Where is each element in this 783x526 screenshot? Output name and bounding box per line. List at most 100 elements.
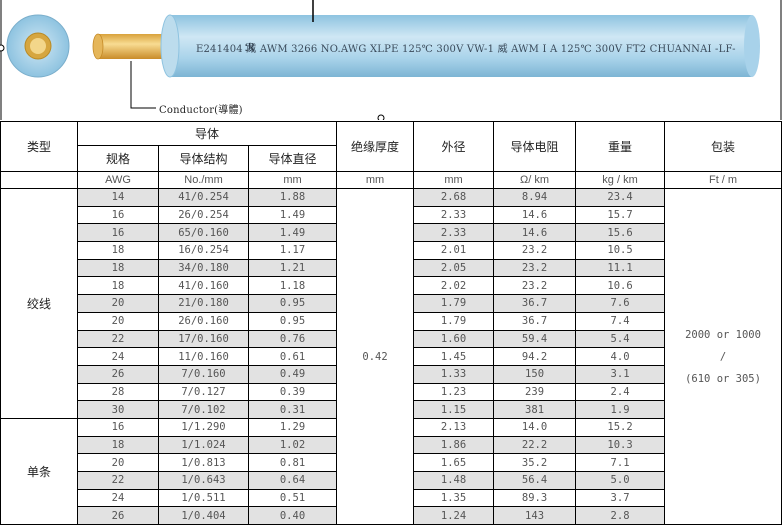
weight-cell: 15.6 <box>575 223 666 243</box>
diameter-cell: 0.64 <box>247 471 338 490</box>
unit-weight: kg / km <box>575 171 666 189</box>
od-cell: 1.45 <box>413 347 495 366</box>
resistance-cell: 56.4 <box>493 471 577 490</box>
structure-cell: 1/0.813 <box>158 453 249 472</box>
spec-table-body: 绞线 14 41/0.254 1.88 0.42 2.68 8.94 23.4 2000 or … <box>0 187 783 526</box>
structure-cell: 7/0.160 <box>158 364 249 384</box>
resistance-cell: 35.2 <box>493 453 577 472</box>
weight-cell: 2.4 <box>575 382 666 402</box>
diameter-cell: 1.88 <box>247 188 338 207</box>
awg-cell: 20 <box>77 294 159 313</box>
awg-cell: 18 <box>77 435 159 455</box>
weight-cell: 5.4 <box>575 329 666 349</box>
awg-cell: 20 <box>77 453 159 472</box>
structure-cell: 1/1.024 <box>158 435 249 455</box>
conductor-header: 导体 <box>76 121 338 146</box>
awg-cell: 24 <box>77 488 159 508</box>
diameter-cell: 0.95 <box>247 311 338 331</box>
diameter-cell: 1.17 <box>247 241 338 260</box>
weight-cell: 3.7 <box>575 488 666 508</box>
cable-illustration: ℛ E241404 威 AWM 3266 NO.AWG XLPE 125℃ 30… <box>0 0 783 122</box>
od-header: 外径 <box>413 121 495 172</box>
resistance-cell: 89.3 <box>493 488 577 508</box>
awg-cell: 22 <box>77 329 159 349</box>
units-type-cell <box>0 171 78 189</box>
structure-cell: 17/0.160 <box>158 329 249 349</box>
od-cell: 2.01 <box>413 241 495 260</box>
weight-cell: 10.3 <box>575 435 666 455</box>
weight-cell: 7.6 <box>575 294 666 313</box>
type-cell: 绞线 <box>0 188 78 419</box>
diameter-cell: 0.39 <box>247 382 338 402</box>
spec-table: 类型 导体 绝缘厚度 外径 导体电阻 重量 包装 规格 导体结构 导体直径 AW… <box>0 121 783 526</box>
resistance-cell: 14.0 <box>493 417 577 437</box>
structure-header: 导体结构 <box>158 145 249 172</box>
diameter-cell: 1.49 <box>247 205 338 225</box>
awg-cell: 18 <box>77 258 159 278</box>
insulation-value: 0.42 <box>336 187 415 526</box>
weight-cell: 7.4 <box>575 311 666 331</box>
awg-cell: 28 <box>77 382 159 402</box>
package-value-line2: / <box>719 350 727 363</box>
od-cell: 2.13 <box>413 417 495 437</box>
od-cell: 1.48 <box>413 471 495 490</box>
weight-cell: 1.9 <box>575 400 666 419</box>
resistance-cell: 14.6 <box>493 205 577 225</box>
awg-cell: 14 <box>77 188 159 207</box>
diameter-cell: 1.02 <box>247 435 338 455</box>
unit-insulation: mm <box>336 171 415 189</box>
diameter-cell: 0.95 <box>247 294 338 313</box>
od-cell: 1.60 <box>413 329 495 349</box>
diameter-cell: 0.76 <box>247 329 338 349</box>
weight-cell: 4.0 <box>575 347 666 366</box>
od-cell: 1.24 <box>413 506 495 526</box>
structure-cell: 1/1.290 <box>158 417 249 437</box>
insulation-header: 绝缘厚度 <box>336 121 415 172</box>
type-cell: 单条 <box>0 417 78 526</box>
diameter-cell: 1.29 <box>247 417 338 437</box>
weight-header: 重量 <box>575 121 666 172</box>
od-cell: 2.05 <box>413 258 495 278</box>
diameter-cell: 0.81 <box>247 453 338 472</box>
conductor-label: Conductor(導體) <box>159 105 243 116</box>
weight-cell: 2.8 <box>575 506 666 526</box>
od-cell: 1.79 <box>413 294 495 313</box>
weight-cell: 3.1 <box>575 364 666 384</box>
structure-cell: 41/0.160 <box>158 276 249 296</box>
structure-cell: 1/0.404 <box>158 506 249 526</box>
structure-cell: 1/0.511 <box>158 488 249 508</box>
resistance-cell: 8.94 <box>493 188 577 207</box>
resistance-cell: 23.2 <box>493 258 577 278</box>
od-cell: 1.35 <box>413 488 495 508</box>
od-cell: 1.23 <box>413 382 495 402</box>
resistance-cell: 14.6 <box>493 223 577 243</box>
awg-cell: 30 <box>77 400 159 419</box>
awg-cell: 20 <box>77 311 159 331</box>
table-row: 绞线 14 41/0.254 1.88 0.42 2.68 8.94 23.4 2000 or … <box>0 187 783 526</box>
od-cell: 2.33 <box>413 223 495 243</box>
awg-cell: 16 <box>77 205 159 225</box>
awg-cell: 26 <box>77 506 159 526</box>
awg-cell: 26 <box>77 364 159 384</box>
od-cell: 1.86 <box>413 435 495 455</box>
structure-cell: 7/0.127 <box>158 382 249 402</box>
structure-cell: 65/0.160 <box>158 223 249 243</box>
conductor-strand <box>92 33 172 60</box>
cable-drawing: ℛ <box>0 0 782 122</box>
weight-cell: 15.7 <box>575 205 666 225</box>
structure-cell: 21/0.180 <box>158 294 249 313</box>
resistance-cell: 36.7 <box>493 294 577 313</box>
resistance-cell: 59.4 <box>493 329 577 349</box>
resistance-header: 导体电阻 <box>493 121 577 172</box>
diameter-cell: 0.40 <box>247 506 338 526</box>
package-value-line3: (610 or 305) <box>685 372 761 385</box>
diameter-cell: 1.49 <box>247 223 338 243</box>
weight-cell: 11.1 <box>575 258 666 278</box>
unit-structure: No./mm <box>158 171 249 189</box>
diameter-cell: 0.61 <box>247 347 338 366</box>
resistance-cell: 23.2 <box>493 241 577 260</box>
awg-cell: 18 <box>77 276 159 296</box>
conductor-callout-line <box>130 61 156 109</box>
resistance-cell: 239 <box>493 382 577 402</box>
awg-cell: 22 <box>77 471 159 490</box>
